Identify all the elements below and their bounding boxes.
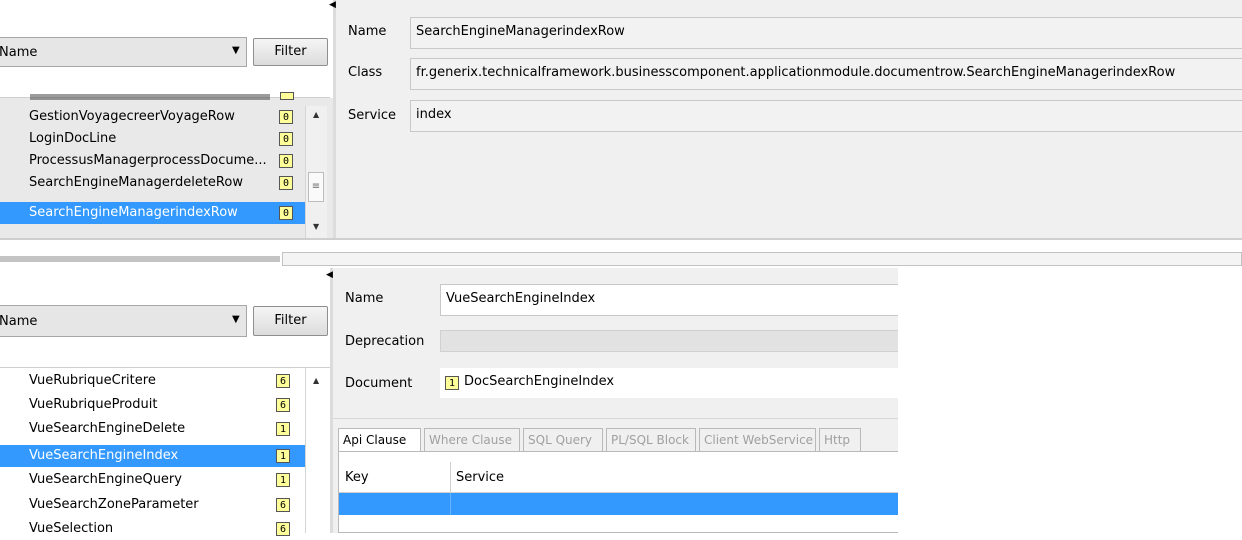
count-badge: 0	[279, 154, 293, 168]
list-item[interactable]: VueRubriqueCritere 6	[0, 370, 305, 392]
scroll-up-icon[interactable]: ▲	[313, 110, 319, 119]
list-item-label: VueSearchZoneParameter	[29, 497, 199, 512]
divider-line	[0, 238, 1242, 240]
bottom-name-field[interactable]: VueSearchEngineIndex	[440, 284, 905, 316]
list-item[interactable]: SearchEngineManagerdeleteRow 0	[0, 172, 305, 194]
bottom-name-label: Name	[345, 291, 384, 306]
list-item-label: VueSearchEngineDelete	[29, 421, 186, 436]
scroll-down-icon[interactable]: ▼	[313, 222, 319, 231]
list-item-label: VueSelection	[29, 521, 114, 536]
scroll-up-icon[interactable]: ▲	[313, 376, 319, 385]
count-badge: 0	[279, 176, 293, 190]
bottom-list-scrollbar[interactable]: ▲	[305, 368, 327, 533]
divider-table-strip	[282, 252, 1242, 266]
tab-http[interactable]: Http	[819, 428, 861, 451]
count-badge: 6	[276, 398, 290, 412]
list-item[interactable]: GestionVoyagecreerVoyageRow 0	[0, 106, 305, 128]
bottom-document-label: Document	[345, 376, 413, 391]
list-item-label: VueRubriqueCritere	[29, 373, 156, 388]
count-badge: 0	[279, 132, 293, 146]
top-sort-field-label: Name	[0, 45, 38, 60]
top-sort-field-select[interactable]: Name ▼	[0, 37, 247, 67]
collapse-arrow-icon[interactable]: ◀	[329, 0, 336, 10]
list-item-label: VueRubriqueProduit	[29, 397, 158, 412]
bottom-tab-strip: Api Clause Where Clause SQL Query PL/SQL…	[338, 428, 898, 451]
empty-area	[898, 268, 1242, 533]
count-badge: 6	[276, 374, 290, 388]
list-item[interactable]: VueSearchEngineQuery 1	[0, 469, 305, 491]
count-badge: 1	[276, 473, 290, 487]
tab-plsql-block[interactable]: PL/SQL Block	[606, 428, 696, 451]
scroll-thumb[interactable]: ≡	[308, 172, 324, 202]
list-item-selected[interactable]: VueSearchEngineIndex 1	[0, 445, 305, 467]
list-item[interactable]: VueSelection 6	[0, 518, 305, 540]
tab-where-clause[interactable]: Where Clause	[424, 428, 520, 451]
bottom-document-field[interactable]: 1 DocSearchEngineIndex	[440, 368, 898, 398]
list-item[interactable]: VueRubriqueProduit 6	[0, 394, 305, 416]
chevron-down-icon: ▼	[232, 45, 240, 56]
bottom-deprecation-field[interactable]	[440, 330, 905, 352]
count-badge: 0	[279, 110, 293, 124]
top-filter-button[interactable]: Filter	[253, 38, 328, 66]
bottom-filter-button[interactable]: Filter	[253, 306, 328, 336]
column-divider	[450, 462, 451, 493]
api-clause-table: Key Service	[338, 451, 899, 533]
bottom-filter-label: Filter	[274, 313, 307, 328]
top-service-field[interactable]: index	[410, 100, 1242, 132]
bottom-item-list: VueRubriqueCritere 6 VueRubriqueProduit …	[0, 368, 305, 536]
tab-api-clause[interactable]: Api Clause	[338, 428, 421, 451]
top-list-scrollbar[interactable]: ▲ ≡ ▼	[305, 106, 327, 238]
top-service-label: Service	[348, 108, 397, 123]
divider-partial-bar	[0, 256, 280, 262]
count-badge: 6	[276, 522, 290, 536]
list-item-label: SearchEngineManagerindexRow	[29, 205, 238, 220]
table-header-row: Key Service	[339, 462, 899, 493]
bottom-deprecation-label: Deprecation	[345, 334, 425, 349]
list-item-label: GestionVoyagecreerVoyageRow	[29, 109, 235, 124]
bottom-sort-field-select[interactable]: Name ▼	[0, 305, 247, 337]
list-item-label: VueSearchEngineIndex	[29, 448, 179, 463]
top-list-rows: GestionVoyagecreerVoyageRow 0 LoginDocLi…	[0, 106, 305, 238]
list-item-label: VueSearchEngineQuery	[29, 472, 182, 487]
count-badge: 0	[279, 206, 293, 220]
bottom-filter-input[interactable]	[0, 338, 330, 368]
count-badge: 1	[276, 449, 290, 463]
table-row[interactable]	[339, 493, 899, 515]
top-name-field[interactable]: SearchEngineManagerindexRow	[410, 17, 1242, 49]
list-item[interactable]: LoginDocLine 0	[0, 128, 305, 150]
column-divider	[450, 493, 451, 515]
top-class-field[interactable]: fr.generix.technicalframework.businessco…	[410, 58, 1242, 90]
list-item[interactable]: VueSearchEngineDelete 1	[0, 418, 305, 440]
chevron-down-icon: ▼	[232, 314, 240, 325]
document-value: DocSearchEngineIndex	[464, 374, 615, 389]
top-hidden-row-badge	[280, 92, 294, 100]
count-badge: 1	[276, 422, 290, 436]
document-count-badge: 1	[445, 376, 459, 390]
table-header-service[interactable]: Service	[456, 470, 504, 485]
tab-sql-query[interactable]: SQL Query	[523, 428, 603, 451]
list-item-label: SearchEngineManagerdeleteRow	[29, 175, 243, 190]
count-badge: 6	[276, 498, 290, 512]
top-filter-label: Filter	[274, 44, 307, 59]
top-class-label: Class	[348, 65, 383, 80]
list-item[interactable]: ProcessusManagerprocessDocume... 0	[0, 150, 305, 172]
table-header-key[interactable]: Key	[345, 470, 369, 485]
top-hidden-row	[30, 94, 270, 100]
list-item-selected[interactable]: SearchEngineManagerindexRow 0	[0, 202, 305, 224]
tab-client-webservice[interactable]: Client WebService	[699, 428, 816, 451]
bottom-sort-field-label: Name	[0, 314, 38, 329]
list-item-label: LoginDocLine	[29, 131, 117, 146]
list-item[interactable]: VueSearchZoneParameter 6	[0, 494, 305, 516]
collapse-arrow-icon[interactable]: ◀	[326, 270, 333, 280]
list-item-label: ProcessusManagerprocessDocume...	[29, 153, 267, 168]
top-name-label: Name	[348, 24, 387, 39]
